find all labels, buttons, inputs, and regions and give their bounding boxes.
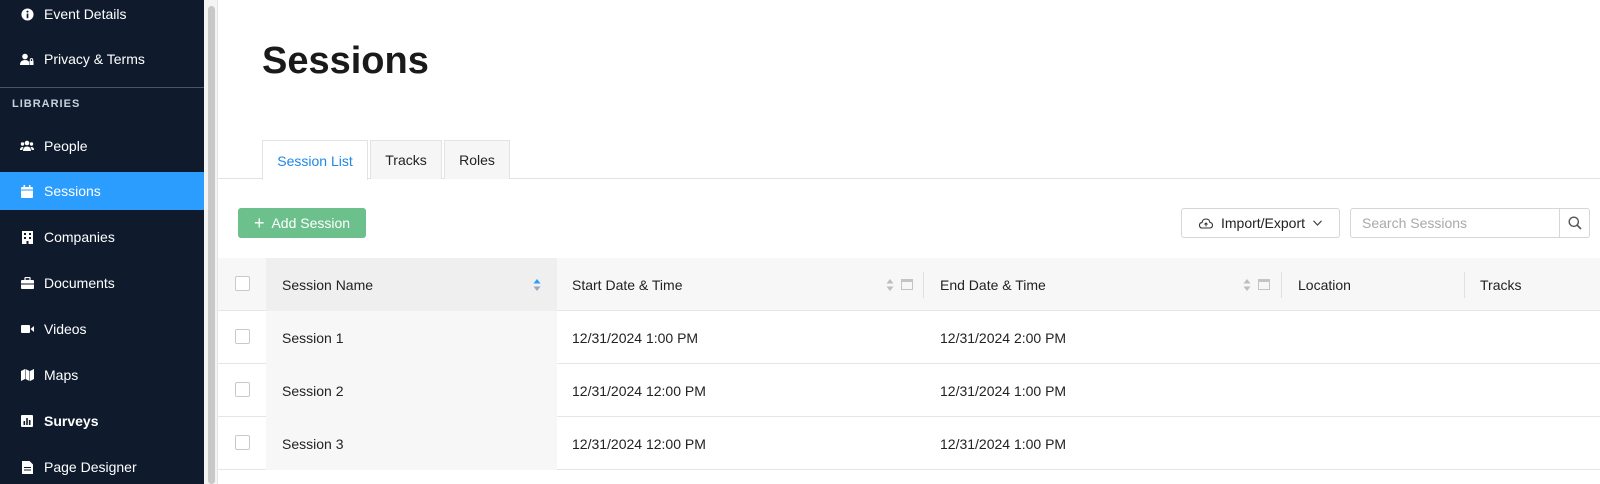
chevron-down-icon — [1313, 220, 1322, 226]
cloud-sync-icon — [1198, 217, 1213, 229]
sidebar: Event Details Privacy & Terms LIBRARIES … — [0, 0, 204, 484]
tab-session-list[interactable]: Session List — [262, 140, 368, 180]
sidebar-item-event-details[interactable]: Event Details — [0, 0, 204, 33]
sidebar-item-label: Surveys — [44, 413, 99, 429]
table-row[interactable]: Session 1 12/31/2024 1:00 PM 12/31/2024 … — [218, 311, 1600, 364]
sidebar-item-label: Companies — [44, 229, 115, 245]
calendar-filter-icon[interactable] — [901, 278, 913, 290]
row-checkbox[interactable] — [235, 329, 250, 344]
search-input[interactable] — [1351, 209, 1559, 237]
sidebar-item-label: Privacy & Terms — [44, 51, 145, 67]
sidebar-divider — [0, 87, 204, 88]
table-header-row: Session Name Start Date & Time End Date … — [218, 258, 1600, 311]
row-checkbox[interactable] — [235, 435, 250, 450]
calendar-filter-icon[interactable] — [1258, 278, 1270, 290]
import-export-label: Import/Export — [1220, 215, 1306, 231]
sidebar-item-videos[interactable]: Videos — [0, 310, 204, 348]
search-icon — [1568, 216, 1582, 230]
end-date-cell: 12/31/2024 1:00 PM — [940, 382, 1067, 399]
end-date-cell: 12/31/2024 2:00 PM — [940, 329, 1067, 346]
map-icon — [20, 368, 34, 382]
sort-icon[interactable] — [533, 278, 541, 292]
sidebar-item-label: People — [44, 138, 88, 154]
table-row[interactable]: Session 3 12/31/2024 12:00 PM 12/31/2024… — [218, 417, 1600, 470]
search-button[interactable] — [1559, 209, 1589, 237]
column-header-location[interactable]: Location — [1298, 258, 1351, 311]
column-header-start-date[interactable]: Start Date & Time — [572, 258, 682, 311]
sidebar-item-label: Documents — [44, 275, 115, 291]
plus-icon: + — [253, 213, 265, 233]
session-name-cell[interactable]: Session 3 — [282, 417, 343, 470]
import-export-button[interactable]: Import/Export — [1181, 208, 1340, 238]
table-row[interactable]: Session 2 12/31/2024 12:00 PM 12/31/2024… — [218, 364, 1600, 417]
add-session-button[interactable]: + Add Session — [238, 208, 366, 238]
tab-roles[interactable]: Roles — [444, 140, 510, 179]
page-title: Sessions — [262, 40, 429, 82]
search-box — [1350, 208, 1590, 238]
briefcase-icon — [20, 276, 34, 290]
sidebar-item-privacy-terms[interactable]: Privacy & Terms — [0, 40, 204, 78]
sort-icon[interactable] — [1243, 278, 1251, 292]
page-icon — [20, 460, 34, 474]
sidebar-item-surveys[interactable]: Surveys — [0, 402, 204, 440]
sidebar-item-label: Event Details — [44, 6, 127, 22]
sort-icon[interactable] — [886, 278, 894, 292]
column-header-end-date[interactable]: End Date & Time — [940, 258, 1046, 311]
start-date-cell: 12/31/2024 12:00 PM — [572, 435, 706, 452]
info-icon — [20, 7, 34, 21]
row-checkbox[interactable] — [235, 382, 250, 397]
video-icon — [20, 322, 34, 336]
sidebar-item-label: Videos — [44, 321, 87, 337]
sidebar-item-people[interactable]: People — [0, 127, 204, 165]
sidebar-item-page-designer[interactable]: Page Designer — [0, 448, 204, 484]
add-session-label: Add Session — [271, 215, 351, 231]
tab-tracks[interactable]: Tracks — [370, 140, 442, 179]
end-date-cell: 12/31/2024 1:00 PM — [940, 435, 1067, 452]
session-name-cell[interactable]: Session 1 — [282, 311, 343, 364]
calendar-icon — [20, 184, 34, 198]
sidebar-item-documents[interactable]: Documents — [0, 264, 204, 302]
sidebar-section-label: LIBRARIES — [12, 98, 81, 110]
session-name-cell[interactable]: Session 2 — [282, 364, 343, 417]
people-icon — [20, 139, 34, 153]
sidebar-item-maps[interactable]: Maps — [0, 356, 204, 394]
scrollbar-thumb[interactable] — [208, 6, 215, 484]
start-date-cell: 12/31/2024 12:00 PM — [572, 382, 706, 399]
start-date-cell: 12/31/2024 1:00 PM — [572, 329, 699, 346]
sidebar-item-label: Maps — [44, 367, 79, 383]
column-header-tracks[interactable]: Tracks — [1480, 258, 1521, 311]
sidebar-item-label: Sessions — [44, 183, 101, 199]
sidebar-item-companies[interactable]: Companies — [0, 218, 204, 256]
sidebar-item-label: Page Designer — [44, 459, 137, 475]
user-lock-icon — [20, 52, 34, 66]
chart-icon — [20, 414, 34, 428]
building-icon — [20, 230, 34, 244]
column-header-session-name[interactable]: Session Name — [282, 258, 373, 311]
sidebar-item-sessions[interactable]: Sessions — [0, 172, 204, 210]
select-all-checkbox[interactable] — [235, 276, 250, 291]
